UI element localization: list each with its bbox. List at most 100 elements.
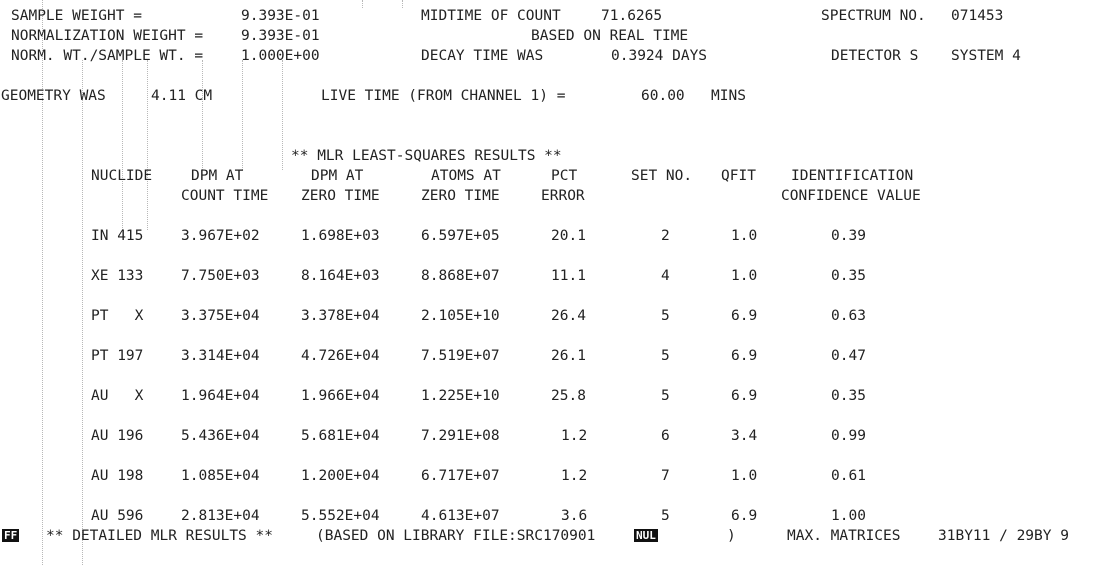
cell-dpm-zero: 1.200E+04 <box>301 468 380 484</box>
cell-dpm-count: 2.813E+04 <box>181 508 260 524</box>
col-header-nuclide: NUCLIDE <box>91 168 153 184</box>
cell-dpm-count: 3.314E+04 <box>181 348 260 364</box>
decay-value: 0.3924 DAYS <box>611 48 708 64</box>
norm-weight-label: NORMALIZATION WEIGHT = <box>11 28 204 44</box>
cell-dpm-count: 1.085E+04 <box>181 468 260 484</box>
cell-pct: 26.4 <box>551 308 586 324</box>
midtime-value: 71.6265 <box>601 8 663 24</box>
cell-set: 2 <box>661 228 670 244</box>
cell-qfit: 3.4 <box>731 428 758 444</box>
col-header-atoms: ATOMS AT <box>431 168 501 184</box>
ratio-label: NORM. WT./SAMPLE WT. = <box>11 48 204 64</box>
results-title: ** MLR LEAST-SQUARES RESULTS ** <box>291 148 562 164</box>
cell-set: 5 <box>661 508 670 524</box>
col-header-dpm-count: DPM AT <box>191 168 244 184</box>
midtime-label: MIDTIME OF COUNT <box>421 8 561 24</box>
live-time-label: LIVE TIME (FROM CHANNEL 1) = <box>321 88 566 104</box>
guide-line <box>282 60 283 170</box>
geometry-label: GEOMETRY WAS <box>1 88 106 104</box>
cell-qfit: 6.9 <box>731 308 758 324</box>
detailed-results-label: ** DETAILED MLR RESULTS ** <box>46 528 273 544</box>
cell-atoms: 7.291E+08 <box>421 428 500 444</box>
cell-qfit: 1.0 <box>731 268 758 284</box>
decay-label: DECAY TIME WAS <box>421 48 544 64</box>
cell-nuclide: AU 198 <box>91 468 144 484</box>
cell-confidence: 0.99 <box>831 428 866 444</box>
cell-nuclide: AU X <box>91 388 144 404</box>
cell-confidence: 0.61 <box>831 468 866 484</box>
cell-dpm-count: 3.967E+02 <box>181 228 260 244</box>
cell-dpm-zero: 8.164E+03 <box>301 268 380 284</box>
library-file-label: (BASED ON LIBRARY FILE:SRC170901 <box>316 528 596 544</box>
cell-dpm-count: 7.750E+03 <box>181 268 260 284</box>
nul-control-char: NUL <box>634 529 658 542</box>
cell-pct: 25.8 <box>551 388 586 404</box>
live-time-value: 60.00 <box>641 88 685 104</box>
col-header-dpm-zero: DPM AT <box>311 168 364 184</box>
guide-line <box>42 0 43 565</box>
cell-pct: 20.1 <box>551 228 586 244</box>
cell-atoms: 7.519E+07 <box>421 348 500 364</box>
cell-dpm-zero: 3.378E+04 <box>301 308 380 324</box>
cell-confidence: 0.35 <box>831 388 866 404</box>
cell-atoms: 2.105E+10 <box>421 308 500 324</box>
detector-label: DETECTOR S <box>831 48 919 64</box>
ratio-value: 1.000E+00 <box>241 48 320 64</box>
cell-dpm-zero: 1.966E+04 <box>301 388 380 404</box>
cell-confidence: 0.39 <box>831 228 866 244</box>
spectrum-value: 071453 <box>951 8 1004 24</box>
cell-set: 4 <box>661 268 670 284</box>
col-header-dpm-zero-sub: ZERO TIME <box>301 188 380 204</box>
guide-line <box>242 60 243 170</box>
cell-atoms: 6.597E+05 <box>421 228 500 244</box>
cell-nuclide: PT 197 <box>91 348 144 364</box>
cell-qfit: 6.9 <box>731 508 758 524</box>
cell-qfit: 1.0 <box>731 228 758 244</box>
cell-set: 5 <box>661 388 670 404</box>
cell-confidence: 0.63 <box>831 308 866 324</box>
col-header-qfit: QFIT <box>721 168 756 184</box>
cell-dpm-count: 5.436E+04 <box>181 428 260 444</box>
cell-confidence: 0.47 <box>831 348 866 364</box>
col-header-dpm-count-sub: COUNT TIME <box>181 188 269 204</box>
cell-dpm-zero: 5.552E+04 <box>301 508 380 524</box>
col-header-ident: IDENTIFICATION <box>791 168 914 184</box>
cell-confidence: 1.00 <box>831 508 866 524</box>
col-header-set-no: SET NO. <box>631 168 693 184</box>
cell-dpm-zero: 5.681E+04 <box>301 428 380 444</box>
based-on-real-time: BASED ON REAL TIME <box>531 28 689 44</box>
ff-control-char: FF <box>2 529 20 542</box>
spectrum-label: SPECTRUM NO. <box>821 8 926 24</box>
guide-line <box>362 0 363 8</box>
cell-qfit: 6.9 <box>731 348 758 364</box>
cell-pct: 1.2 <box>561 428 588 444</box>
max-matrices-value: 31BY11 / 29BY 9 <box>938 528 1069 544</box>
guide-line <box>122 60 123 230</box>
guide-line <box>82 60 83 565</box>
cell-nuclide: XE 133 <box>91 268 144 284</box>
cell-pct: 1.2 <box>561 468 588 484</box>
cell-pct: 26.1 <box>551 348 586 364</box>
cell-set: 5 <box>661 308 670 324</box>
cell-pct: 3.6 <box>561 508 588 524</box>
guide-line <box>202 60 203 170</box>
cell-set: 6 <box>661 428 670 444</box>
cell-nuclide: IN 415 <box>91 228 144 244</box>
cell-qfit: 6.9 <box>731 388 758 404</box>
geometry-value: 4.11 CM <box>151 88 213 104</box>
cell-dpm-zero: 4.726E+04 <box>301 348 380 364</box>
cell-pct: 11.1 <box>551 268 586 284</box>
cell-atoms: 4.613E+07 <box>421 508 500 524</box>
max-matrices-label: MAX. MATRICES <box>787 528 901 544</box>
live-time-unit: MINS <box>711 88 746 104</box>
cell-confidence: 0.35 <box>831 268 866 284</box>
cell-qfit: 1.0 <box>731 468 758 484</box>
cell-atoms: 8.868E+07 <box>421 268 500 284</box>
close-paren: ) <box>727 528 736 544</box>
sample-weight-value: 9.393E-01 <box>241 8 320 24</box>
cell-atoms: 1.225E+10 <box>421 388 500 404</box>
cell-dpm-count: 1.964E+04 <box>181 388 260 404</box>
guide-line <box>147 60 148 230</box>
sample-weight-label: SAMPLE WEIGHT = <box>11 8 142 24</box>
cell-dpm-count: 3.375E+04 <box>181 308 260 324</box>
